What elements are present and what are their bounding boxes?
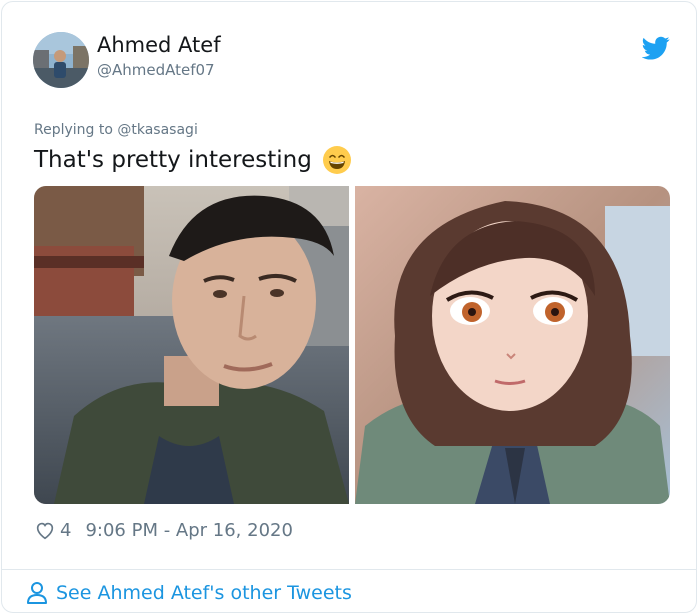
like-count[interactable]: 4 bbox=[60, 520, 71, 541]
tweet-timestamp[interactable]: 9:06 PM - Apr 16, 2020 bbox=[85, 520, 292, 541]
grinning-face-emoji-icon bbox=[322, 146, 351, 174]
person-icon bbox=[27, 582, 47, 604]
footer-divider bbox=[2, 569, 696, 570]
tweet-text: That's pretty interesting bbox=[34, 145, 352, 175]
twitter-bird-icon[interactable] bbox=[642, 34, 670, 62]
avatar-image bbox=[33, 32, 89, 88]
replying-to-line[interactable]: Replying to @tkasasagi bbox=[34, 122, 198, 138]
tweet-text-content: That's pretty interesting bbox=[34, 147, 312, 173]
selfie-photo-image bbox=[34, 186, 349, 504]
see-other-tweets-link[interactable]: See Ahmed Atef's other Tweets bbox=[26, 580, 352, 606]
author-handle[interactable]: @AhmedAtef07 bbox=[97, 61, 215, 79]
anime-portrait-image bbox=[355, 186, 670, 504]
media-photo-left[interactable] bbox=[34, 186, 349, 504]
heart-icon[interactable] bbox=[34, 519, 56, 541]
tweet-card: Ahmed Atef @AhmedAtef07 Replying to @tka… bbox=[1, 1, 697, 613]
media-photo-right[interactable] bbox=[355, 186, 670, 504]
see-other-tweets-label[interactable]: See Ahmed Atef's other Tweets bbox=[56, 582, 352, 604]
avatar[interactable] bbox=[33, 32, 89, 88]
author-display-name[interactable]: Ahmed Atef bbox=[97, 33, 221, 57]
tweet-meta-row: 4 9:06 PM - Apr 16, 2020 bbox=[34, 517, 293, 543]
